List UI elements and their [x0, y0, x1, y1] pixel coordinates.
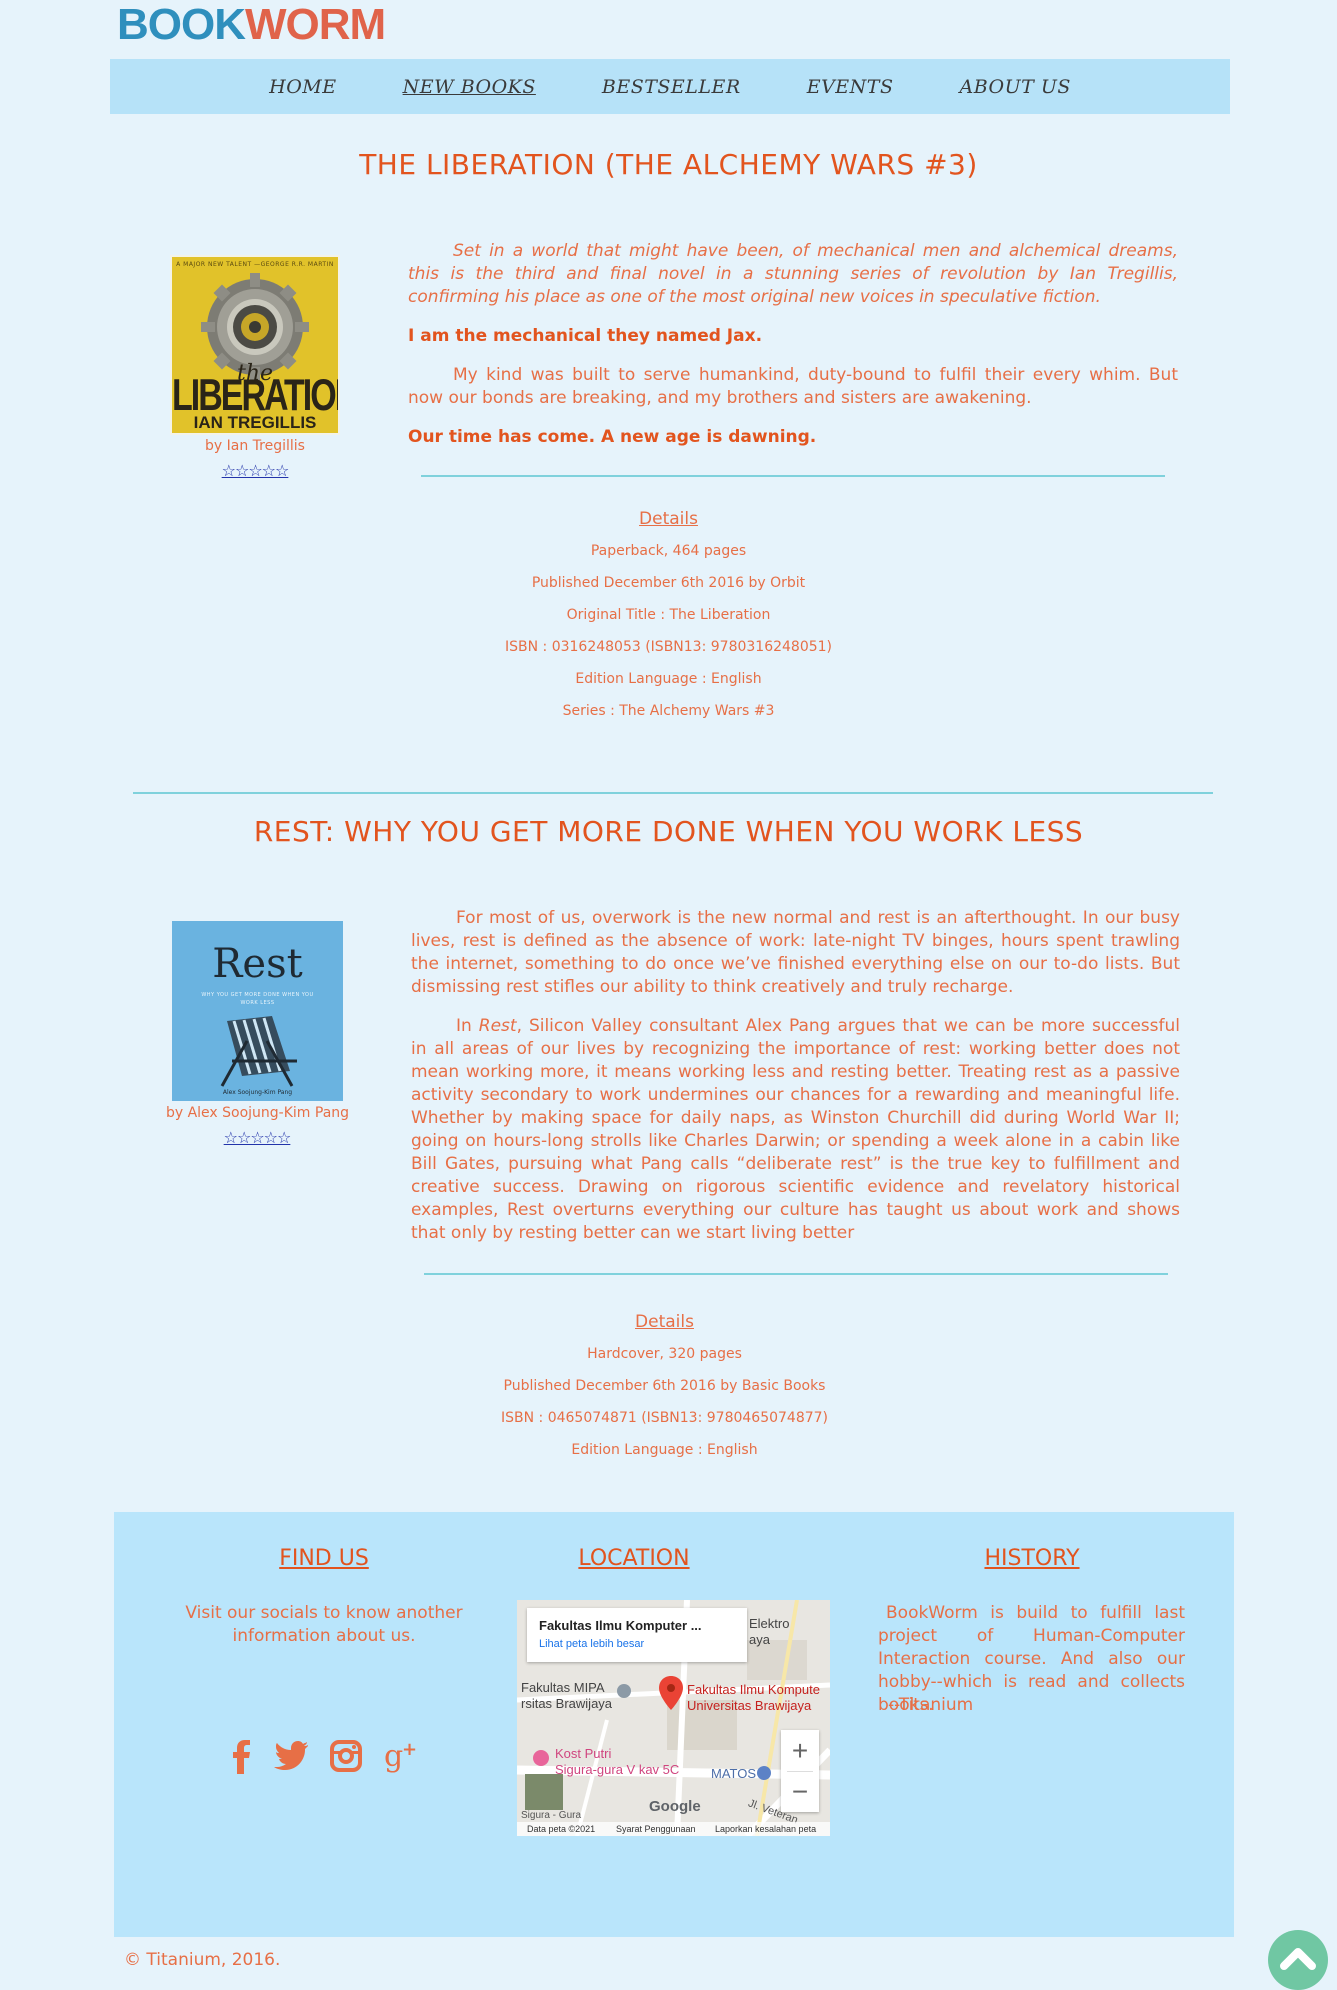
map-label: MATOS — [711, 1766, 757, 1781]
deck-chair-illustration — [220, 1016, 297, 1087]
map-terms-link[interactable]: Syarat Penggunaan — [616, 1824, 696, 1834]
book-details: Details Hardcover, 320 pages Published D… — [0, 1312, 1333, 1474]
nav-bestseller[interactable]: BESTSELLER — [602, 76, 741, 98]
logo-part-worm: WORM — [245, 0, 386, 49]
map-label: Sigura-gura V kav 5C — [555, 1762, 680, 1777]
book-author: by Ian Tregillis — [205, 438, 305, 454]
detail-format: Hardcover, 320 pages — [587, 1346, 742, 1362]
nav-home[interactable]: HOME — [269, 76, 336, 98]
book-description: For most of us, overwork is the new norm… — [411, 907, 1180, 1261]
map-label: Elektro — [749, 1616, 790, 1631]
divider — [421, 475, 1165, 477]
nav-new-books[interactable]: NEW BOOKS — [403, 76, 536, 98]
para-prefix: In — [456, 1016, 479, 1036]
map-shop-icon — [757, 1766, 771, 1780]
find-us-text: Visit our socials to know another inform… — [185, 1603, 463, 1646]
back-to-top-button[interactable] — [1268, 1930, 1328, 1990]
history-heading: HISTORY — [984, 1546, 1080, 1571]
history-signature: --Titanium — [888, 1695, 974, 1715]
detail-series: Series : The Alchemy Wars #3 — [562, 703, 775, 719]
nav-events[interactable]: EVENTS — [807, 76, 894, 98]
footer: FIND US Visit our socials to know anothe… — [114, 1512, 1234, 1937]
book-description: Set in a world that might have been, of … — [408, 240, 1178, 465]
map-label: Fakultas MIPA — [521, 1680, 605, 1695]
map-label: aya — [749, 1632, 770, 1647]
detail-language: Edition Language : English — [571, 1442, 758, 1458]
map-attribution: Data peta ©2021 Syarat Penggunaan Lapork… — [517, 1822, 830, 1836]
description-paragraph: Set in a world that might have been, of … — [408, 241, 1178, 307]
svg-text:g: g — [384, 1739, 403, 1773]
book-title: REST: WHY YOU GET MORE DONE WHEN YOU WOR… — [253, 815, 1084, 848]
book-cover-liberation[interactable]: A MAJOR NEW TALENT —GEORGE R.R. MARTIN t… — [170, 255, 340, 435]
detail-isbn: ISBN : 0316248053 (ISBN13: 9780316248051… — [504, 639, 833, 655]
detail-language: Edition Language : English — [575, 671, 762, 687]
map-info-card: Fakultas Ilmu Komputer ... Lihat peta le… — [527, 1608, 747, 1662]
para-body: , Silicon Valley consultant Alex Pang ar… — [411, 1016, 1180, 1243]
detail-original-title: Original Title : The Liberation — [566, 607, 771, 623]
description-paragraph: For most of us, overwork is the new norm… — [411, 908, 1180, 997]
find-us-heading: FIND US — [279, 1546, 369, 1571]
para-book-title: Rest — [478, 1016, 517, 1036]
map-label: Fakultas Ilmu Kompute — [687, 1682, 820, 1697]
map-larger-link[interactable]: Lihat peta lebih besar — [539, 1638, 644, 1650]
cover-author: IAN TREGILLIS — [193, 413, 317, 432]
facebook-icon[interactable] — [230, 1738, 252, 1774]
description-quote: Our time has come. A new age is dawning. — [408, 427, 817, 447]
map-report-link[interactable]: Laporkan kesalahan peta — [715, 1824, 816, 1834]
divider — [424, 1273, 1168, 1275]
google-logo: Google — [649, 1798, 701, 1815]
rating-stars[interactable]: ☆☆☆☆☆ — [150, 461, 360, 480]
map-label: Kost Putri — [555, 1746, 612, 1761]
map-poi-icon — [617, 1684, 631, 1698]
book-cover-rest[interactable]: Rest WHY YOU GET MORE DONE WHEN YOU WORK… — [172, 921, 343, 1101]
description-quote: I am the mechanical they named Jax. — [408, 326, 763, 346]
map-place-title: Fakultas Ilmu Komputer ... — [539, 1618, 702, 1633]
chevron-up-icon — [1280, 1948, 1316, 1970]
nav-about-us[interactable]: ABOUT US — [959, 76, 1070, 98]
section-divider — [133, 792, 1213, 794]
description-paragraph: My kind was built to serve humankind, du… — [408, 365, 1178, 408]
map-embed[interactable]: Fakultas Ilmu Komputer ... Lihat peta le… — [517, 1600, 830, 1836]
map-label: Sigura - Gura — [521, 1810, 582, 1821]
map-zoom-controls: + − — [781, 1730, 819, 1812]
detail-published: Published December 6th 2016 by Orbit — [531, 575, 806, 591]
description-paragraph: In Rest, Silicon Valley consultant Alex … — [411, 1015, 1180, 1245]
cover-author: Alex Soojung-Kim Pang — [222, 1089, 293, 1096]
details-heading[interactable]: Details — [0, 1312, 1333, 1332]
instagram-icon[interactable] — [330, 1740, 362, 1772]
zoom-in-button[interactable]: + — [781, 1730, 819, 1771]
svg-text:+: + — [402, 1739, 417, 1760]
detail-format: Paperback, 464 pages — [590, 543, 747, 559]
location-heading: LOCATION — [578, 1546, 690, 1571]
detail-isbn: ISBN : 0465074871 (ISBN13: 9780465074877… — [500, 1410, 829, 1426]
logo-part-book: BOOK — [117, 0, 246, 49]
book-author: by Alex Soojung-Kim Pang — [165, 1105, 350, 1121]
copyright: © Titanium, 2016. — [124, 1950, 281, 1970]
detail-published: Published December 6th 2016 by Basic Boo… — [503, 1378, 826, 1394]
map-pin-icon[interactable] — [659, 1676, 683, 1710]
map-label: Universitas Brawijaya — [687, 1698, 812, 1713]
map-label: rsitas Brawijaya — [521, 1696, 613, 1711]
google-plus-icon[interactable]: g + — [384, 1739, 418, 1773]
book-details: Details Paperback, 464 pages Published D… — [0, 509, 1337, 735]
book-title: THE LIBERATION (THE ALCHEMY WARS #3) — [359, 148, 978, 181]
rating-stars[interactable]: ☆☆☆☆☆ — [152, 1128, 362, 1147]
map-hotel-icon — [533, 1750, 549, 1766]
main-nav: HOME NEW BOOKS BESTSELLER EVENTS ABOUT U… — [110, 59, 1230, 114]
details-heading[interactable]: Details — [0, 509, 1337, 529]
social-links: g + — [174, 1738, 474, 1774]
map-data-credit: Data peta ©2021 — [527, 1824, 596, 1834]
twitter-icon[interactable] — [274, 1741, 308, 1771]
logo[interactable]: BOOKWORM — [117, 0, 386, 49]
zoom-out-button[interactable]: − — [781, 1771, 819, 1812]
